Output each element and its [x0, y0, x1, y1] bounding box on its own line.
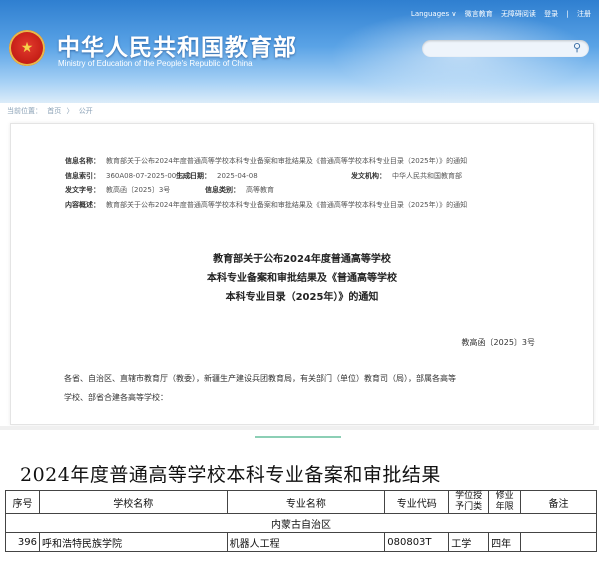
body-line-2: 学校、部省合建各高等学校： [64, 393, 168, 402]
cell-code: 080803T [384, 532, 450, 552]
meta-summary-row: 内容概述： 教育部关于公布2024年度普通高等学校本科专业备案和审批结果及《普通高… [65, 200, 467, 210]
cell-index: 396 [5, 532, 40, 552]
breadcrumb: 当前位置： 首页 〉 公开 [7, 106, 96, 116]
search-input[interactable] [430, 43, 574, 62]
languages-menu[interactable]: Languages ∨ [411, 10, 457, 18]
register-link[interactable]: 注册 [577, 10, 591, 18]
meta-date-row: 生成日期： 2025-04-08 [176, 171, 258, 181]
breadcrumb-label: 当前位置： [7, 107, 42, 115]
meta-category-label: 信息类别： [205, 186, 240, 194]
region-row: 内蒙古自治区 [5, 513, 597, 533]
national-emblem-icon: ★ [9, 30, 45, 66]
header-remarks: 备注 [520, 490, 597, 514]
site-title[interactable]: 中华人民共和国教育部 [57, 28, 297, 62]
table-title: 2024年度普通高等学校本科专业备案和审批结果 [20, 464, 441, 486]
body-paragraph: 各省、自治区、直辖市教育厅（教委），新疆生产建设兵团教育局，有关部门（单位）教育… [64, 369, 549, 407]
meta-issuer-label: 发文机构： [351, 172, 386, 180]
accessibility-link[interactable]: 无障碍阅读 [501, 10, 536, 18]
header-degree: 学位授予门类 [448, 490, 490, 514]
meta-name-row: 信息名称： 教育部关于公布2024年度普通高等学校本科专业备案和审批结果及《普通高… [65, 156, 467, 166]
cell-years: 四年 [488, 532, 522, 552]
region-name: 内蒙古自治区 [5, 513, 597, 533]
meta-summary-value: 教育部关于公布2024年度普通高等学校本科专业备案和审批结果及《普通高等学校本科… [106, 201, 468, 209]
section-divider [0, 426, 599, 430]
meta-name-value: 教育部关于公布2024年度普通高等学校本科专业备案和审批结果及《普通高等学校本科… [106, 157, 468, 165]
meta-docno-label: 发文字号： [65, 186, 100, 194]
meta-date-label: 生成日期： [176, 172, 211, 180]
document-title-line-2: 本科专业备案和审批结果及《普通高等学校 [207, 273, 397, 284]
table-header-row: 序号 学校名称 专业名称 专业代码 学位授予门类 修业年限 备注 [5, 490, 597, 514]
body-line-1: 各省、自治区、直辖市教育厅（教委），新疆生产建设兵团教育局，有关部门（单位）教育… [64, 374, 456, 383]
separator: | [566, 10, 569, 18]
meta-category-value: 高等教育 [246, 186, 274, 194]
breadcrumb-separator: 〉 [66, 107, 74, 115]
breadcrumb-public[interactable]: 公开 [79, 107, 93, 115]
meta-index-row: 信息索引： 360A08-07-2025-0002-1 [65, 171, 192, 181]
weiyan-link[interactable]: 微言教育 [465, 10, 493, 18]
header-index: 序号 [5, 490, 40, 514]
meta-issuer-value: 中华人民共和国教育部 [392, 172, 462, 180]
cell-degree: 工学 [448, 532, 490, 552]
breadcrumb-home[interactable]: 首页 [47, 107, 61, 115]
content-panel: 信息名称： 教育部关于公布2024年度普通高等学校本科专业备案和审批结果及《普通高… [10, 123, 594, 425]
header-code: 专业代码 [384, 490, 450, 514]
site-header: Languages ∨ 微言教育 无障碍阅读 登录 | 注册 ★ 中华人民共和国… [0, 0, 599, 103]
meta-category-row: 信息类别： 高等教育 [205, 185, 274, 195]
meta-summary-label: 内容概述： [65, 201, 100, 209]
document-number: 教高函〔2025〕3号 [461, 338, 535, 347]
meta-index-label: 信息索引： [65, 172, 100, 180]
document-title-line-1: 教育部关于公布2024年度普通高等学校 [213, 254, 391, 265]
cell-major: 机器人工程 [226, 532, 386, 552]
result-table: 序号 学校名称 专业名称 专业代码 学位授予门类 修业年限 备注 内蒙古自治区 … [5, 490, 597, 552]
header-major: 专业名称 [226, 490, 386, 514]
meta-issuer-row: 发文机构： 中华人民共和国教育部 [351, 171, 462, 181]
meta-name-label: 信息名称： [65, 157, 100, 165]
cell-school: 呼和浩特民族学院 [38, 532, 228, 552]
header-years: 修业年限 [488, 490, 522, 514]
search-box: ⚲ [422, 40, 589, 62]
site-subtitle: Ministry of Education of the People's Re… [58, 59, 253, 68]
document-title-line-3: 本科专业目录（2025年）》的通知 [225, 292, 379, 303]
header-school: 学校名称 [38, 490, 228, 514]
tab-indicator [255, 436, 341, 438]
meta-docno-value: 教高函〔2025〕3号 [106, 186, 171, 194]
search-icon[interactable]: ⚲ [573, 42, 584, 53]
top-nav: Languages ∨ 微言教育 无障碍阅读 登录 | 注册 [405, 9, 591, 19]
meta-docno-row: 发文字号： 教高函〔2025〕3号 [65, 185, 170, 195]
cell-remarks [520, 532, 597, 552]
login-link[interactable]: 登录 [544, 10, 558, 18]
table-row: 396 呼和浩特民族学院 机器人工程 080803T 工学 四年 [5, 532, 597, 552]
meta-date-value: 2025-04-08 [217, 172, 258, 180]
